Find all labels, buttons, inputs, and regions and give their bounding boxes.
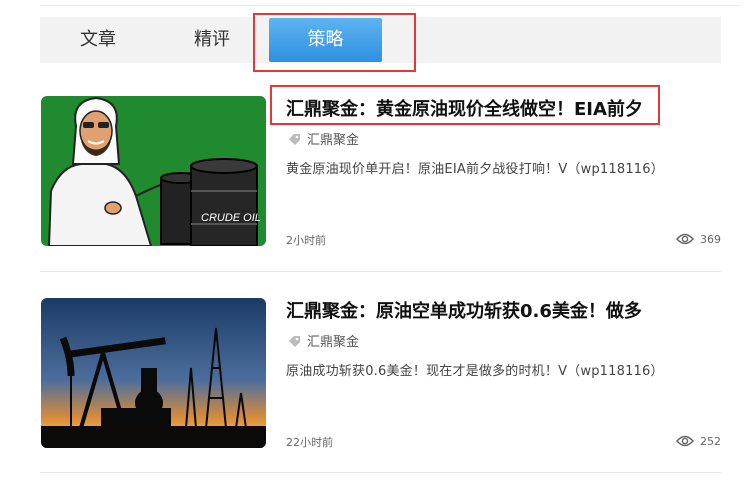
tab-strategy[interactable]: 策略 [269, 18, 382, 62]
oil-cartoon-image: CRUDE OIL [41, 96, 266, 246]
category-tabs: 文章 精评 策略 [40, 17, 721, 63]
article-time: 2小时前 [286, 234, 326, 247]
source-name: 汇鼎聚金 [307, 133, 360, 148]
view-count: 252 [700, 435, 721, 448]
article-thumbnail[interactable]: CRUDE OIL [41, 96, 266, 246]
divider [40, 271, 721, 272]
article-source[interactable]: 汇鼎聚金 [288, 334, 359, 352]
article-item[interactable]: 汇鼎聚金：原油空单成功斩获0.6美金！做多 汇鼎聚金 原油成功斩获0.6美金！现… [40, 298, 721, 458]
article-item[interactable]: CRUDE OIL 汇鼎聚金：黄金原油现价全线做空！EIA前夕 汇鼎聚金 黄金原… [40, 96, 721, 256]
source-name: 汇鼎聚金 [307, 335, 360, 350]
article-title[interactable]: 汇鼎聚金：原油空单成功斩获0.6美金！做多 [286, 298, 642, 326]
top-divider [40, 5, 740, 6]
article-views: 369 [676, 232, 721, 248]
view-count: 369 [700, 233, 721, 246]
article-summary: 原油成功斩获0.6美金！现在才是做多的时机！V（wp118116） [286, 364, 664, 379]
tab-reviews[interactable]: 精评 [182, 17, 242, 63]
barrel-label: CRUDE OIL [201, 212, 261, 224]
eye-icon [676, 435, 694, 447]
article-summary: 黄金原油现价单开启！原油EIA前夕战役打响！V（wp118116） [286, 162, 664, 177]
oil-pump-sunset-image [41, 298, 266, 448]
article-source[interactable]: 汇鼎聚金 [288, 132, 359, 150]
tag-icon [289, 134, 300, 145]
divider [40, 472, 721, 473]
article-thumbnail[interactable] [41, 298, 266, 448]
article-title[interactable]: 汇鼎聚金：黄金原油现价全线做空！EIA前夕 [286, 96, 643, 124]
article-time: 22小时前 [286, 436, 333, 449]
tab-articles[interactable]: 文章 [68, 17, 128, 63]
tag-icon [289, 336, 300, 347]
article-views: 252 [676, 434, 721, 450]
eye-icon [676, 233, 694, 245]
